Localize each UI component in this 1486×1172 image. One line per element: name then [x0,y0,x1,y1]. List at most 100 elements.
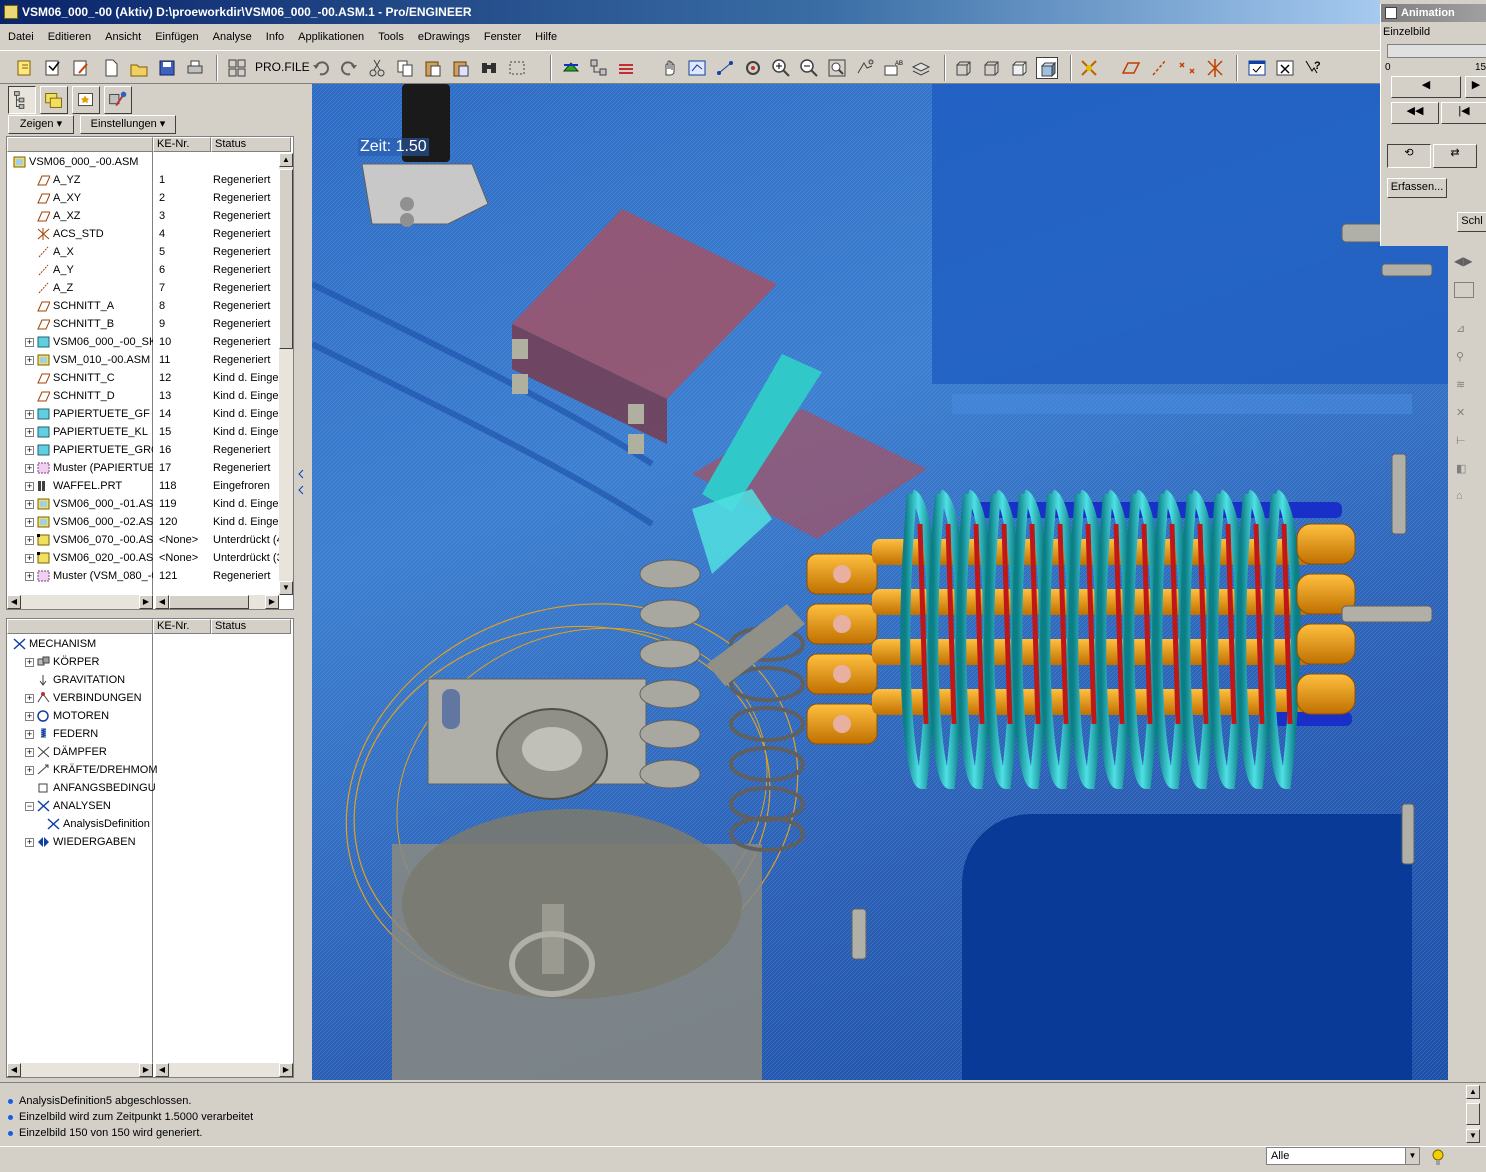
expand-icon[interactable]: + [25,338,34,347]
grid-icon[interactable] [1454,282,1474,298]
tree-row[interactable]: A_X 5 Regeneriert [7,243,279,261]
tree-row[interactable]: + KÖRPER [7,653,293,671]
print-icon[interactable] [184,57,206,79]
regenerate-icon[interactable] [42,57,64,79]
help-icon[interactable]: ? [1302,57,1324,79]
rewind-button[interactable]: ◀◀ [1391,102,1439,124]
show-button[interactable]: Zeigen ▾ [8,115,74,134]
layers-icon[interactable] [616,57,638,79]
tree-row[interactable]: + Muster (VSM_080_-0 121 Regeneriert [7,567,279,585]
datum-axes-icon[interactable] [1148,57,1170,79]
connections-tab[interactable] [104,86,132,114]
tree-row[interactable]: + PAPIERTUETE_KL 15 Kind d. Einge: [7,423,279,441]
force-tool-icon[interactable]: ✕ [1456,406,1465,419]
panel-collapse-icon[interactable] [297,464,305,504]
datum-points-icon[interactable] [1176,57,1198,79]
tree-row[interactable]: + VSM_010_-00.ASM 11 Regeneriert [7,351,279,369]
play-forward-button[interactable]: ▶ [1465,76,1486,98]
tree-row[interactable]: SCHNITT_C 12 Kind d. Einge: [7,369,279,387]
menu-item[interactable]: Ansicht [97,26,147,48]
measure-icon[interactable]: ⊿ [1456,322,1465,335]
zoom-in-icon[interactable] [770,57,792,79]
wireframe-icon[interactable] [952,57,974,79]
tree-row[interactable]: SCHNITT_B 9 Regeneriert [7,315,279,333]
scroll-left-icon[interactable]: ◀ [155,1063,169,1077]
datum-display-icon[interactable] [1078,57,1100,79]
expand-icon[interactable]: + [25,694,34,703]
body-tool-icon[interactable]: ◧ [1456,462,1466,475]
edit-icon[interactable] [70,57,92,79]
open-icon[interactable] [128,57,150,79]
view-icon[interactable] [686,57,708,79]
paste-icon[interactable] [422,57,444,79]
tree-row[interactable]: SCHNITT_D 13 Kind d. Einge: [7,387,279,405]
connection-tool-icon[interactable]: ⊢ [1456,434,1466,447]
window-activate-icon[interactable] [1246,57,1268,79]
cut-icon[interactable] [366,57,388,79]
tree-row[interactable]: A_XZ 3 Regeneriert [7,207,279,225]
collapse-icon[interactable]: − [25,802,34,811]
tree-column-name-header[interactable] [7,137,153,152]
tree-row[interactable]: SCHNITT_A 8 Regeneriert [7,297,279,315]
playback-tool-icon[interactable]: ⌂ [1456,490,1463,502]
expand-icon[interactable]: + [25,482,34,491]
tree-row[interactable]: ACS_STD 4 Regeneriert [7,225,279,243]
expand-icon[interactable]: + [25,748,34,757]
reverse-icon[interactable]: ⇄ [1433,144,1477,168]
tree-row[interactable]: + VSM06_020_-00.AS <None> Unterdrückt (3 [7,549,279,567]
expand-icon[interactable]: + [25,518,34,527]
expand-toolbar-icon[interactable]: ◀▶ [1454,254,1472,268]
tree-column-ke-header[interactable]: KE-Nr. [153,137,211,152]
menu-item[interactable]: Applikationen [290,26,370,48]
select-box-icon[interactable] [506,57,528,79]
capture-button[interactable]: Erfassen... [1387,178,1447,198]
orient-icon[interactable] [854,57,876,79]
tree-row[interactable]: + WAFFEL.PRT 118 Eingefroren [7,477,279,495]
menu-item[interactable]: Datei [0,26,40,48]
scroll-thumb[interactable] [1466,1103,1480,1125]
zoom-fit-icon[interactable] [826,57,848,79]
menu-item[interactable]: eDrawings [410,26,476,48]
mechanism-tree-hscroll-right[interactable]: ◀ ▶ [155,1063,293,1077]
expand-icon[interactable]: + [25,536,34,545]
tree-row[interactable]: A_Z 7 Regeneriert [7,279,279,297]
expand-icon[interactable]: + [25,410,34,419]
model-tree-hscroll-right[interactable]: ◀ ▶ [155,595,279,609]
paste-special-icon[interactable] [450,57,472,79]
tree-row[interactable]: − ANALYSEN [7,797,293,815]
profile-icon[interactable] [226,57,248,79]
expand-icon[interactable]: + [25,554,34,563]
tree-row[interactable]: + FEDERN [7,725,293,743]
scroll-up-icon[interactable]: ▲ [1466,1085,1480,1099]
chevron-down-icon[interactable]: ▼ [1405,1148,1419,1164]
scroll-thumb[interactable] [279,169,293,349]
datum-planes-icon[interactable] [1120,57,1142,79]
save-icon[interactable] [156,57,178,79]
scroll-left-icon[interactable]: ◀ [7,1063,21,1077]
redo-icon[interactable] [338,57,360,79]
tree-row[interactable]: MECHANISM [7,635,293,653]
repeat-icon[interactable]: ⟲ [1387,144,1431,168]
close-button[interactable]: Schl [1457,212,1486,232]
tree-row[interactable]: + VSM06_000_-02.AS 120 Kind d. Einge: [7,513,279,531]
expand-icon[interactable]: + [25,766,34,775]
tree-row[interactable]: + KRÄFTE/DREHMOM [7,761,293,779]
scroll-left-icon[interactable]: ◀ [7,595,21,609]
shading-icon[interactable] [1036,57,1058,79]
tree-row[interactable]: A_Y 6 Regeneriert [7,261,279,279]
no-hidden-icon[interactable] [1008,57,1030,79]
datum-axis-icon[interactable] [714,57,736,79]
tree-row[interactable]: A_XY 2 Regeneriert [7,189,279,207]
tree-row[interactable]: + PAPIERTUETE_GF 14 Kind d. Einge: [7,405,279,423]
zoom-out-icon[interactable] [798,57,820,79]
step-back-button[interactable]: ◀ [1391,76,1461,98]
tree-row[interactable]: A_YZ 1 Regeneriert [7,171,279,189]
tree-row[interactable]: + PAPIERTUETE_GRO 16 Regeneriert [7,441,279,459]
tree-row[interactable]: VSM06_000_-00.ASM [7,153,279,171]
expand-icon[interactable]: + [25,500,34,509]
tree-row[interactable]: + VSM06_070_-00.AS <None> Unterdrückt (4 [7,531,279,549]
menu-item[interactable]: Analyse [205,26,258,48]
new-icon[interactable] [14,57,36,79]
expand-icon[interactable]: + [25,572,34,581]
tree-row[interactable]: + DÄMPFER [7,743,293,761]
